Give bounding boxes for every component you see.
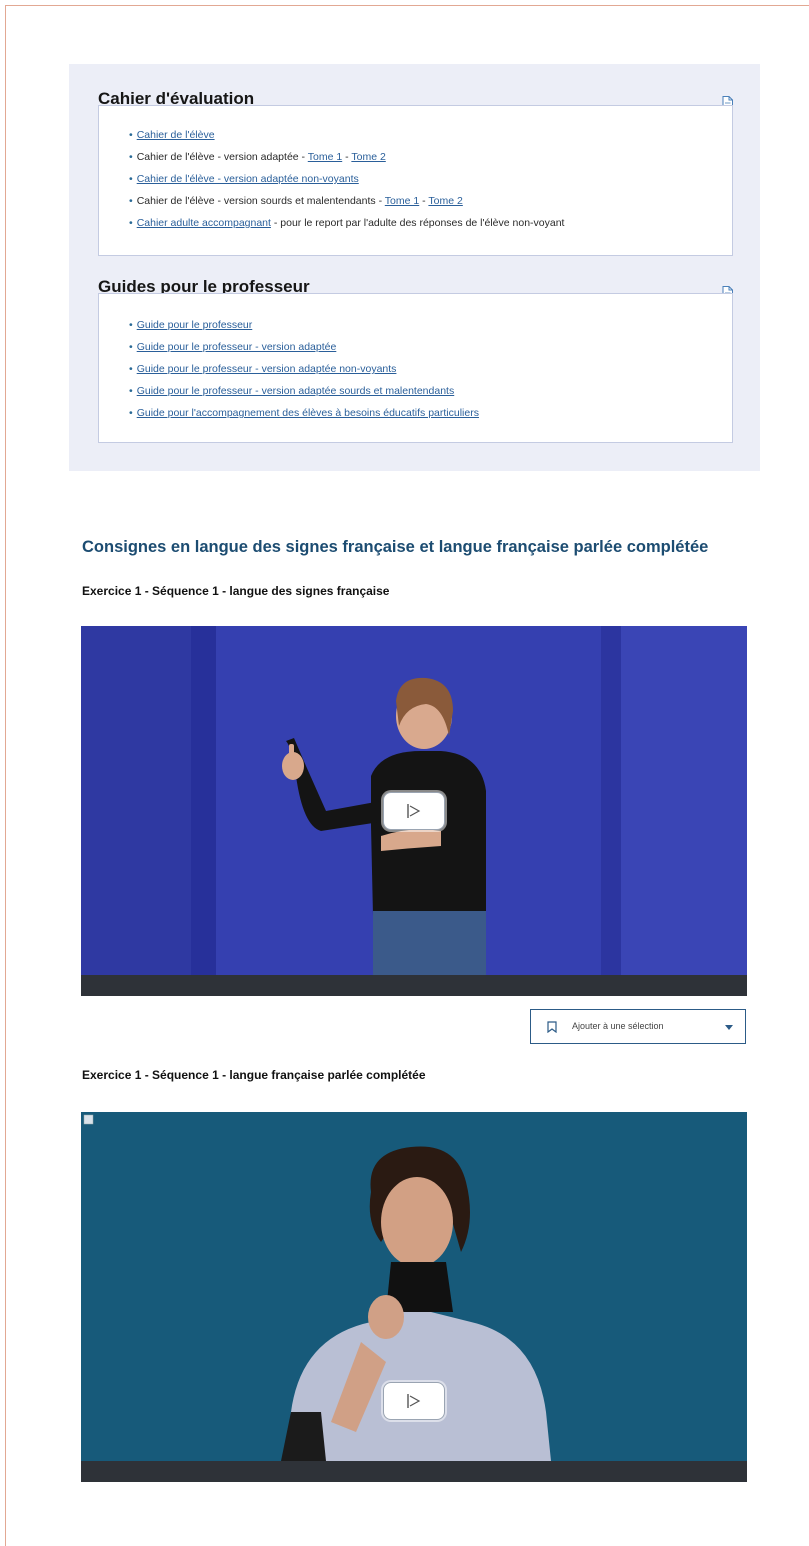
list-item: • Cahier de l'élève - version adaptée - T… [129, 146, 564, 168]
list-item: • Cahier de l'élève [129, 124, 564, 146]
exercise-1-lfpc-title: Exercice 1 - Séquence 1 - langue françai… [82, 1068, 426, 1082]
play-icon [407, 804, 421, 818]
play-button[interactable] [383, 1382, 445, 1420]
add-to-selection-label: Ajouter à une sélection [572, 1021, 664, 1031]
guides-list-box: • Guide pour le professeur • Guide pour le … [98, 293, 733, 443]
video-frame-lfpc [81, 1112, 747, 1482]
document-link[interactable]: Tome 1 [308, 151, 342, 163]
document-link[interactable]: Guide pour le professeur - version adapt… [137, 385, 455, 397]
cahier-list-box: • Cahier de l'élève • Cahier de l'élève - v… [98, 105, 733, 256]
document-link[interactable]: Cahier de l'élève - version adaptée non-… [137, 173, 359, 185]
bullet: • [129, 173, 133, 185]
item-text: Cahier de l'élève - version adaptée - [136, 151, 308, 163]
list-item: • Cahier de l'élève - version adaptée non… [129, 168, 564, 190]
add-to-selection-button[interactable]: Ajouter à une sélection [530, 1009, 746, 1044]
list-item: • Cahier de l'élève - version sourds et m… [129, 190, 564, 212]
list-item: • Guide pour le professeur - version adap… [129, 380, 479, 402]
bullet: • [129, 195, 133, 207]
list-item: • Guide pour le professeur - version adap… [129, 336, 479, 358]
list-item: • Guide pour le professeur - version adap… [129, 358, 479, 380]
play-button[interactable] [383, 792, 445, 830]
play-icon [407, 1394, 421, 1408]
video-player-lsf[interactable] [81, 626, 747, 996]
bullet: • [129, 407, 133, 419]
guides-list: • Guide pour le professeur • Guide pour le … [129, 314, 479, 424]
video-player-lfpc[interactable] [81, 1112, 747, 1482]
item-text: - [342, 151, 352, 163]
document-link[interactable]: Guide pour le professeur - version adapt… [137, 341, 337, 353]
list-item: • Cahier adulte accompagnant - pour le re… [129, 212, 564, 234]
bullet: • [129, 363, 133, 375]
item-text: Cahier de l'élève - version sourds et ma… [136, 195, 385, 207]
bullet: • [129, 341, 133, 353]
document-link[interactable]: Cahier adulte accompagnant [137, 217, 271, 229]
consignes-heading: Consignes en langue des signes française… [82, 538, 709, 556]
bullet: • [129, 385, 133, 397]
exercise-1-lsf-title: Exercice 1 - Séquence 1 - langue des sig… [82, 584, 390, 598]
document-link[interactable]: Tome 2 [351, 151, 385, 163]
document-link[interactable]: Guide pour le professeur - version adapt… [137, 363, 397, 375]
cahier-list: • Cahier de l'élève • Cahier de l'élève - v… [129, 124, 564, 234]
chevron-down-icon [725, 1025, 733, 1030]
document-link[interactable]: Cahier de l'élève [137, 129, 215, 141]
item-text: - pour le report par l'adulte des répons… [270, 217, 565, 229]
bookmark-icon [547, 1021, 557, 1033]
list-item: • Guide pour l'accompagnement des élèves … [129, 402, 479, 424]
list-item: • Guide pour le professeur [129, 314, 479, 336]
bullet: • [129, 319, 133, 331]
document-link[interactable]: Tome 2 [428, 195, 462, 207]
document-link[interactable]: Tome 1 [385, 195, 419, 207]
bullet: • [129, 151, 133, 163]
bullet: • [129, 217, 133, 229]
document-link[interactable]: Guide pour le professeur [137, 319, 253, 331]
document-link[interactable]: Guide pour l'accompagnement des élèves à… [137, 407, 479, 419]
bullet: • [129, 129, 133, 141]
